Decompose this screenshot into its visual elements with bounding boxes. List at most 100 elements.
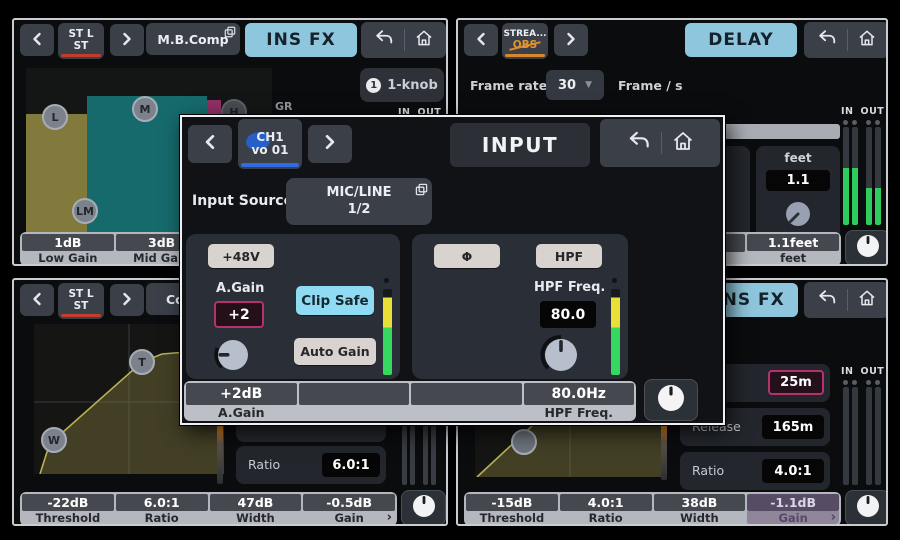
out-meter [866,387,872,485]
meter-peak-dot [875,380,880,385]
footer-param-2[interactable] [299,383,410,419]
footer-param-width[interactable]: 38dBWidth [654,494,746,524]
touch-knob-button[interactable] [644,379,698,421]
param-footer: +2dBA.Gain 80.0HzHPF Freq. [184,381,636,421]
footer-param-ratio[interactable]: 6.0:1Ratio [116,494,208,524]
dialog-title: INPUT [450,123,590,167]
touch-knob-button[interactable] [845,490,888,526]
chevron-left-icon [30,31,44,50]
hpf-freq-knob[interactable] [536,330,586,384]
chevron-left-icon [202,134,218,154]
back-icon[interactable] [373,28,395,52]
headamp-group: +48V A.Gain +2 Clip Safe Auto Gain [186,234,400,379]
in-meter [852,127,858,225]
out-meter [866,127,872,225]
input-dialog: CH1 vo 01 INPUT Input Source MIC/LINE 1/… [180,115,725,425]
channel-select-button[interactable]: ST L ST [58,283,104,319]
attack-value[interactable]: 25m [768,370,824,395]
ratio-value[interactable]: 6.0:1 [322,453,380,477]
home-icon[interactable] [671,129,695,157]
footer-param-again[interactable]: +2dBA.Gain [186,383,297,419]
meter-peak-dot [866,380,871,385]
curve-handle[interactable] [511,429,537,455]
nav-box [600,119,720,167]
feet-value[interactable]: 1.1 [766,170,830,191]
chevron-right-icon [120,291,134,310]
page-title-delay: DELAY [685,23,797,57]
hpf-group: Φ HPF HPF Freq. 80.0 [412,234,628,379]
frame-rate-unit: Frame / s [618,78,683,93]
again-knob[interactable] [210,332,256,382]
more-params-chevron-icon[interactable]: › [387,510,392,525]
prev-channel-button[interactable] [188,125,232,163]
channel-select-button[interactable]: STREA... OBS [502,23,548,59]
gr-meter-label: GR [275,100,293,113]
feet-unit-label: feet [756,151,840,165]
footer-param-delaytime[interactable]: 1.1feetfeet [747,234,839,264]
feet-knob[interactable] [782,198,814,234]
param-footer: -15dBThreshold 4.0:1Ratio 38dBWidth -1.1… [464,492,841,526]
ratio-row[interactable]: Ratio 4.0:1 [680,452,830,490]
release-value[interactable]: 165m [762,415,824,439]
again-value[interactable]: +2 [214,301,264,328]
back-icon[interactable] [626,129,652,157]
prev-channel-button[interactable] [20,24,54,56]
footer-param-hpffreq[interactable]: 80.0HzHPF Freq. [524,383,635,419]
ratio-value[interactable]: 4.0:1 [762,459,824,483]
more-params-chevron-icon[interactable]: › [831,510,836,525]
footer-param-3[interactable] [411,383,522,419]
phase-button[interactable]: Φ [434,244,500,268]
back-icon[interactable] [816,288,838,312]
touch-knob-button[interactable] [845,230,888,266]
knob-icon [855,233,881,263]
prev-channel-button[interactable] [464,24,498,56]
in-meter [843,127,849,225]
mid-band-handle[interactable]: M [132,96,158,122]
chevron-left-icon [30,291,44,310]
input-source-button[interactable]: MIC/LINE 1/2 [286,178,432,225]
touch-knob-button[interactable] [401,490,446,526]
hpf-button[interactable]: HPF [536,244,602,268]
prev-channel-button[interactable] [20,284,54,316]
out-meter [875,127,881,225]
footer-param-threshold[interactable]: -22dBThreshold [22,494,114,524]
home-icon[interactable] [857,28,877,52]
phantom-48v-button[interactable]: +48V [208,244,274,268]
chevron-right-icon [564,31,578,50]
footer-param-gain-selected[interactable]: -1.1dBGain [747,494,839,524]
lowmid-band-handle[interactable]: LM [72,198,98,224]
nav-box [804,282,888,318]
threshold-handle[interactable]: T [129,349,155,375]
ratio-row[interactable]: Ratio 6.0:1 [236,446,386,484]
input-source-label: Input Source [192,193,293,209]
one-knob-button[interactable]: 1 1-knob [360,68,444,102]
next-channel-button[interactable] [110,284,144,316]
footer-param-lowgain[interactable]: 1dBLow Gain [22,234,114,264]
plugin-select-button[interactable]: M.B.Comp [146,23,240,55]
next-channel-button[interactable] [110,24,144,56]
nav-box [361,22,446,58]
footer-param-ratio[interactable]: 4.0:1Ratio [560,494,652,524]
auto-gain-button[interactable]: Auto Gain [294,338,376,365]
next-channel-button[interactable] [308,125,352,163]
channel-select-button[interactable]: CH1 vo 01 [238,119,302,169]
input-level-meter [611,289,620,375]
home-icon[interactable] [857,288,877,312]
channel-select-button[interactable]: ST L ST [58,23,104,59]
low-band-handle[interactable]: L [42,104,68,130]
back-icon[interactable] [816,28,838,52]
next-channel-button[interactable] [554,24,588,56]
knob-icon [855,493,881,523]
footer-param-gain[interactable]: -0.5dBGain [303,494,395,524]
width-handle[interactable]: W [41,427,67,453]
clip-safe-button[interactable]: Clip Safe [296,286,374,315]
frame-rate-dropdown[interactable]: 30 ▼ [546,70,604,100]
meter-peak-dot [866,120,871,125]
footer-param-width[interactable]: 47dBWidth [210,494,302,524]
home-icon[interactable] [414,28,434,52]
hpf-freq-value[interactable]: 80.0 [540,301,596,328]
copy-icon [224,26,236,41]
in-meter [852,387,858,485]
footer-param-threshold[interactable]: -15dBThreshold [466,494,558,524]
ratio-label: Ratio [692,463,724,478]
